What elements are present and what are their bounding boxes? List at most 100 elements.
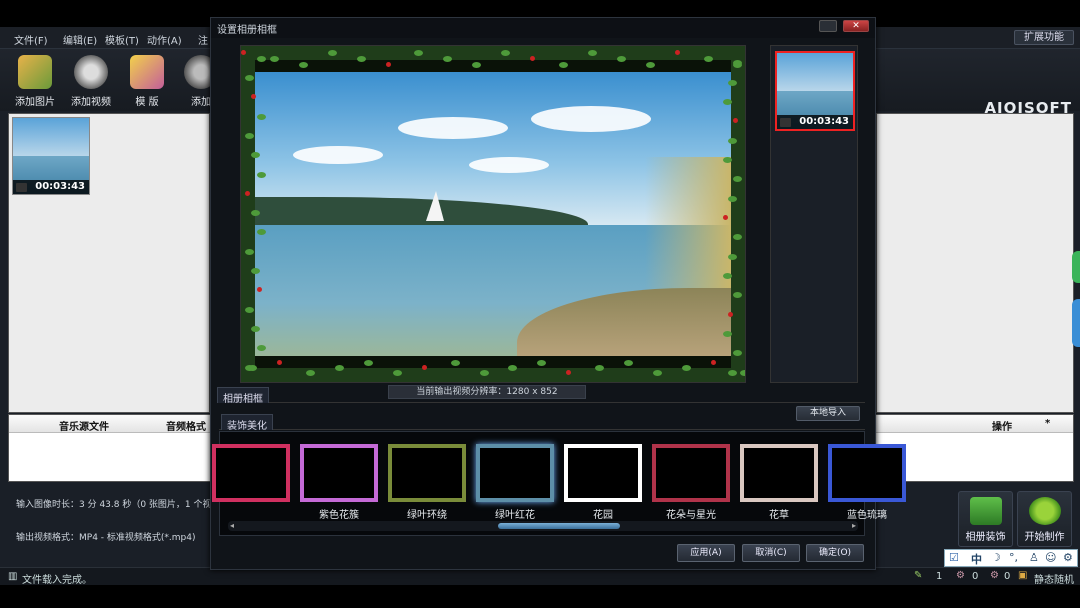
leaf-ornament — [327, 50, 337, 56]
frame-option[interactable]: 花园 — [564, 444, 642, 521]
selected-video-thumbnail[interactable]: 00:03:43 — [775, 51, 855, 131]
leaf-ornament — [363, 360, 373, 366]
leaf-ornament — [653, 370, 663, 376]
leaf-ornament — [681, 365, 691, 371]
leaf-ornament — [728, 195, 737, 202]
frame-option-label: 紫色花簇 — [319, 510, 359, 521]
leaf-ornament — [587, 50, 597, 56]
leaf-ornament — [616, 56, 626, 62]
video-thumbnail[interactable]: 00:03:43 — [12, 117, 90, 195]
leaf-ornament — [732, 62, 742, 68]
maximize-button[interactable] — [819, 20, 837, 32]
thumb-duration: 00:03:43 — [13, 180, 89, 194]
menu-action[interactable]: 动作(A) — [147, 32, 182, 47]
status-count-3: 0 — [1004, 571, 1011, 582]
tab-decor[interactable]: 装饰美化 — [221, 414, 273, 432]
scroll-thumb[interactable] — [498, 523, 620, 529]
picture-frame-icon — [969, 497, 1002, 525]
side-handle-bottom[interactable] — [1072, 299, 1080, 347]
add-photo-button[interactable]: 添加图片 — [10, 55, 60, 108]
col-audio-format[interactable]: 音频格式 — [166, 418, 206, 433]
status-text: 文件载入完成。 — [22, 575, 92, 586]
apply-button[interactable]: 应用(A) — [677, 544, 735, 562]
frame-option[interactable] — [212, 444, 290, 506]
menu-template[interactable]: 模板(T) — [105, 32, 139, 47]
album-frame-dialog: 设置相册相框 ✕ 00:03:43 相册相框 当前输出视频分辨率：1280 x … — [210, 17, 906, 570]
berry-ornament — [385, 62, 391, 67]
leaf-ornament — [334, 365, 344, 371]
col-operations[interactable]: 操作 — [992, 418, 1012, 433]
leaf-ornament — [739, 370, 745, 376]
frame-preview-thumb — [828, 444, 906, 502]
start-build-button[interactable]: 开始制作 — [1017, 491, 1072, 547]
leaf-ornament — [479, 370, 489, 376]
menu-edit[interactable]: 编辑(E) — [63, 32, 97, 47]
gear-icon[interactable]: ⚙ — [1063, 551, 1073, 564]
ime-check-icon[interactable]: ☑ — [949, 551, 959, 564]
scroll-left-icon[interactable]: ◂ — [230, 521, 234, 530]
film-reel-icon — [74, 55, 108, 89]
tray-icon-1: ✎ — [914, 570, 923, 581]
status-count-1: 1 — [936, 571, 943, 582]
leaf-ornament — [245, 132, 254, 139]
leaf-ornament — [723, 272, 732, 279]
berry-ornament — [241, 50, 246, 55]
frame-option[interactable]: 花朵与星光 — [652, 444, 730, 521]
tray-icon-3: ⚙ — [990, 570, 999, 581]
menu-file[interactable]: 文件(F) — [14, 32, 48, 47]
leaf-ornament — [450, 360, 460, 366]
ime-toolbar[interactable]: ☑ 中 ☽ °, ♙ ☺ ⚙ — [944, 549, 1078, 567]
col-music-source[interactable]: 音乐源文件 — [59, 418, 109, 433]
moon-icon[interactable]: ☽ — [991, 551, 1001, 564]
side-handle-top[interactable] — [1072, 251, 1080, 283]
frame-option-label: 花草 — [769, 510, 789, 521]
template-button[interactable]: 模 版 — [122, 55, 172, 108]
col-star[interactable]: * — [1045, 418, 1050, 429]
add-photo-icon — [18, 55, 52, 89]
leaf-ornament — [257, 171, 266, 178]
frame-option[interactable]: 蓝色琉璃 — [828, 444, 906, 521]
right-panel — [876, 113, 1074, 413]
extension-button[interactable]: 扩展功能 — [1014, 30, 1074, 45]
leaf-ornament — [257, 55, 266, 62]
side-thumb-duration: 00:03:43 — [777, 115, 853, 129]
leaf-ornament — [251, 326, 260, 333]
frame-option-label: 绿叶环绕 — [407, 510, 447, 521]
cancel-button[interactable]: 取消(C) — [742, 544, 800, 562]
leaf-ornament — [392, 370, 402, 376]
refresh-arrow-icon — [1028, 497, 1061, 525]
leaf-ornament — [728, 253, 737, 260]
frame-preview-thumb — [740, 444, 818, 502]
gallery-scrollbar[interactable]: ◂ ▸ — [228, 521, 858, 531]
user-icon[interactable]: ♙ — [1029, 551, 1039, 564]
tray-icon-4: ▣ — [1018, 570, 1028, 581]
dialog-title: 设置相册相框 — [211, 18, 875, 38]
add-video-button[interactable]: 添加视频 — [66, 55, 116, 108]
berry-ornament — [421, 365, 427, 370]
leaf-ornament — [356, 56, 366, 62]
tab-album-frame[interactable]: 相册相框 — [217, 387, 269, 405]
album-decor-button[interactable]: 相册装饰 — [958, 491, 1013, 547]
ime-language[interactable]: 中 — [971, 551, 982, 567]
template-label: 模 版 — [135, 97, 159, 108]
frame-preview — [240, 45, 746, 383]
selected-media-column: 00:03:43 — [770, 45, 858, 383]
frame-option[interactable]: 绿叶环绕 — [388, 444, 466, 521]
scroll-right-icon[interactable]: ▸ — [852, 521, 856, 530]
ok-button[interactable]: 确定(O) — [806, 544, 864, 562]
leaf-ornament — [728, 79, 737, 86]
frame-option[interactable]: 花草 — [740, 444, 818, 521]
frame-option[interactable]: 紫色花簇 — [300, 444, 378, 521]
status-mode: 静态随机 — [1034, 575, 1074, 586]
frame-option[interactable]: 绿叶红花 — [476, 444, 554, 521]
output-format-text: 输出视频格式：MP4 - 标准视频格式(*.mp4) — [16, 533, 196, 543]
info-area: 输入图像时长：3 分 43.8 秒（0 张图片，1 个视 输出视频格式：MP4 … — [8, 486, 212, 546]
smiley-icon[interactable]: ☺ — [1045, 551, 1056, 564]
decor-tabs: 装饰美化 — [219, 414, 865, 432]
close-button[interactable]: ✕ — [843, 20, 869, 32]
frame-preview-thumb — [212, 444, 290, 502]
punctuation-icon[interactable]: °, — [1009, 551, 1018, 564]
leaf-ornament — [245, 364, 254, 371]
menu-more[interactable]: 注 — [198, 32, 208, 47]
berry-ornament — [728, 311, 733, 317]
